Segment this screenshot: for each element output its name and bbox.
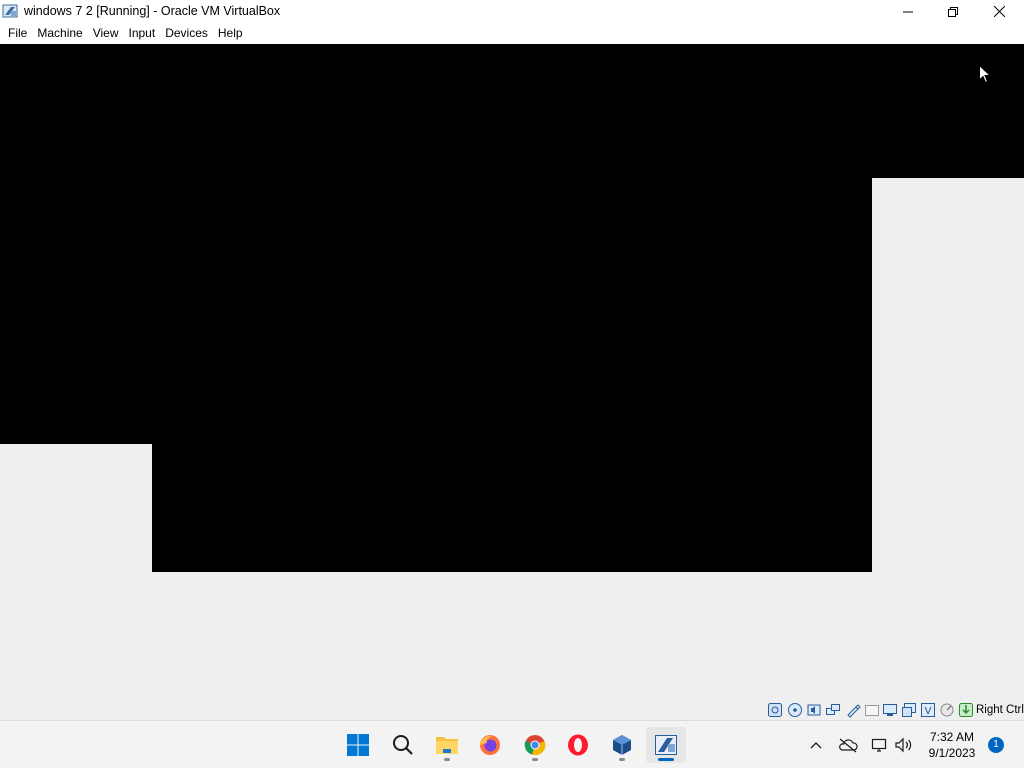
running-indicator bbox=[444, 758, 450, 761]
window-titlebar[interactable]: windows 7 2 [Running] - Oracle VM Virtua… bbox=[0, 0, 1024, 23]
active-indicator bbox=[658, 758, 674, 761]
menu-file[interactable]: File bbox=[3, 23, 32, 44]
mouse-pointer-icon bbox=[979, 65, 991, 84]
running-indicator bbox=[532, 758, 538, 761]
start-button[interactable] bbox=[338, 727, 378, 763]
cloud-offline-icon bbox=[839, 738, 858, 753]
chevron-up-icon bbox=[810, 742, 822, 749]
search-button[interactable] bbox=[383, 727, 423, 763]
windows-logo-icon bbox=[347, 734, 369, 756]
menu-machine[interactable]: Machine bbox=[32, 23, 87, 44]
taskbar-clock[interactable]: 7:32 AM 9/1/2023 bbox=[922, 729, 982, 761]
video-capture-icon[interactable] bbox=[901, 702, 917, 718]
network-icon[interactable] bbox=[825, 702, 841, 718]
keyboard-capture-icon[interactable] bbox=[958, 702, 974, 718]
minimize-icon bbox=[903, 11, 913, 12]
vm-screen-region bbox=[152, 444, 872, 572]
clock-time: 7:32 AM bbox=[929, 730, 975, 744]
vm-window-icon bbox=[655, 735, 677, 755]
chrome-icon bbox=[524, 735, 546, 756]
virtualbox-icon bbox=[613, 735, 631, 755]
file-explorer-button[interactable] bbox=[427, 727, 467, 763]
volume-button[interactable] bbox=[894, 735, 914, 755]
vm-display[interactable] bbox=[0, 44, 1024, 701]
speaker-icon bbox=[895, 737, 912, 753]
host-key-label[interactable]: Right Ctrl bbox=[976, 704, 1024, 716]
close-icon bbox=[993, 6, 1005, 17]
network-status-button[interactable] bbox=[870, 735, 890, 755]
svg-text:V: V bbox=[925, 706, 932, 717]
mouse-integration-icon[interactable] bbox=[939, 702, 955, 718]
vm-screen-region bbox=[0, 44, 1024, 178]
virtualbox-app-icon bbox=[2, 4, 18, 18]
restore-icon bbox=[948, 6, 958, 17]
onedrive-button[interactable] bbox=[838, 735, 858, 755]
running-indicator bbox=[619, 758, 625, 761]
notification-badge[interactable]: 1 bbox=[988, 737, 1004, 753]
network-wired-icon bbox=[871, 738, 887, 752]
vm-screen-region bbox=[0, 178, 872, 444]
opera-icon bbox=[568, 734, 588, 756]
chrome-button[interactable] bbox=[515, 727, 555, 763]
menu-help[interactable]: Help bbox=[213, 23, 248, 44]
hard-disk-icon[interactable] bbox=[767, 702, 783, 718]
windows-taskbar: 7:32 AM 9/1/2023 1 bbox=[0, 720, 1024, 768]
vm-status-bar: V Right Ctrl bbox=[0, 701, 1024, 720]
show-hidden-icons-button[interactable] bbox=[806, 735, 826, 755]
folder-icon bbox=[436, 737, 458, 754]
window-title: windows 7 2 [Running] - Oracle VM Virtua… bbox=[24, 4, 281, 18]
firefox-icon bbox=[480, 735, 500, 755]
audio-icon[interactable] bbox=[806, 702, 822, 718]
restore-button[interactable] bbox=[930, 0, 976, 23]
shared-folders-icon[interactable] bbox=[864, 702, 880, 718]
opera-button[interactable] bbox=[558, 727, 598, 763]
virtualbox-manager-button[interactable] bbox=[602, 727, 642, 763]
usb-icon[interactable] bbox=[845, 702, 861, 718]
menu-devices[interactable]: Devices bbox=[160, 23, 213, 44]
optical-drive-icon[interactable] bbox=[787, 702, 803, 718]
cpu-icon[interactable]: V bbox=[920, 702, 936, 718]
minimize-button[interactable] bbox=[885, 0, 931, 23]
search-icon bbox=[393, 735, 413, 755]
virtualbox-vm-window-button[interactable] bbox=[646, 727, 686, 763]
menu-input[interactable]: Input bbox=[124, 23, 161, 44]
menu-view[interactable]: View bbox=[88, 23, 124, 44]
firefox-button[interactable] bbox=[470, 727, 510, 763]
close-button[interactable] bbox=[976, 0, 1022, 23]
menu-bar: File Machine View Input Devices Help bbox=[0, 23, 1024, 44]
display-icon[interactable] bbox=[882, 702, 898, 718]
clock-date: 9/1/2023 bbox=[928, 746, 976, 760]
